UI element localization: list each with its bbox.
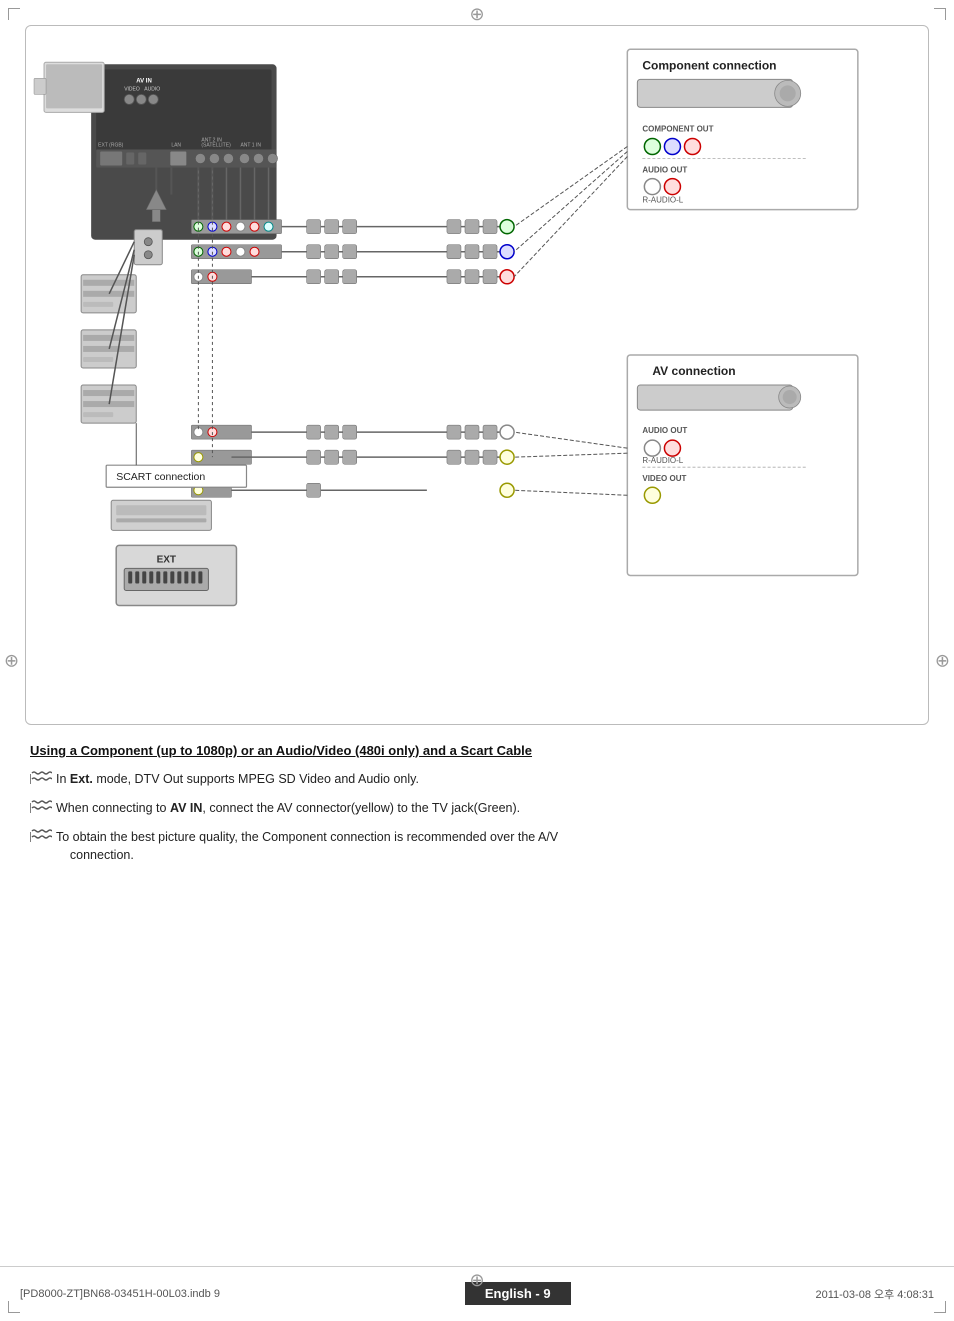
notes-section: Using a Component (up to 1080p) or an Au… [25, 743, 929, 865]
crosshair-left-icon: ⊕ [4, 650, 19, 671]
svg-text:AUDIO OUT: AUDIO OUT [642, 426, 687, 435]
note-icon-3 [30, 829, 52, 845]
svg-text:LAN: LAN [171, 142, 181, 148]
svg-text:(SATELLITE): (SATELLITE) [201, 142, 231, 148]
note-bold-avin: AV IN [170, 801, 202, 815]
note-item-2: When connecting to AV IN, connect the AV… [30, 799, 924, 818]
page-number: English - 9 [485, 1286, 551, 1301]
svg-text:ANT 1 IN: ANT 1 IN [240, 142, 261, 148]
note-icon-1 [30, 771, 52, 787]
diagram-box: AV IN VIDEO AUDIO EXT (RGB) LAN ANT 2 IN… [25, 25, 929, 725]
svg-text:VIDEO OUT: VIDEO OUT [642, 474, 686, 483]
note-text-2: When connecting to AV IN, connect the AV… [56, 799, 924, 818]
note-bold-ext: Ext. [70, 772, 93, 786]
svg-text:AUDIO: AUDIO [144, 86, 160, 92]
svg-text:R-AUDIO-L: R-AUDIO-L [642, 196, 683, 205]
note-item-1: In Ext. mode, DTV Out supports MPEG SD V… [30, 770, 924, 789]
footer-right: 2011-03-08 오후 4:08:31 [815, 1286, 934, 1302]
svg-text:SCART connection: SCART connection [116, 471, 205, 483]
crosshair-bottom-icon: ⊕ [469, 1270, 484, 1291]
svg-text:AV connection: AV connection [652, 364, 735, 378]
note-text-1: In Ext. mode, DTV Out supports MPEG SD V… [56, 770, 924, 789]
svg-text:COMPONENT OUT: COMPONENT OUT [642, 124, 713, 133]
corner-mark-tl [8, 8, 20, 20]
svg-text:Component connection: Component connection [642, 58, 776, 72]
corner-mark-tr [934, 8, 946, 20]
svg-text:AV IN: AV IN [136, 78, 152, 84]
crosshair-right-icon: ⊕ [935, 650, 950, 671]
svg-text:EXT: EXT [157, 554, 177, 565]
svg-text:VIDEO: VIDEO [124, 86, 140, 92]
note-icon-2 [30, 800, 52, 816]
svg-text:AUDIO OUT: AUDIO OUT [642, 166, 687, 175]
page-content: AV IN VIDEO AUDIO EXT (RGB) LAN ANT 2 IN… [25, 25, 929, 1261]
diagram-svg: AV IN VIDEO AUDIO EXT (RGB) LAN ANT 2 IN… [26, 26, 928, 724]
svg-text:EXT (RGB): EXT (RGB) [98, 142, 124, 148]
note-item-3: To obtain the best picture quality, the … [30, 828, 924, 866]
svg-text:R-AUDIO-L: R-AUDIO-L [642, 456, 683, 465]
footer-left: [PD8000-ZT]BN68-03451H-00L03.indb 9 [20, 1288, 220, 1300]
crosshair-top-icon: ⊕ [469, 4, 484, 25]
section-title: Using a Component (up to 1080p) or an Au… [30, 743, 924, 758]
note-text-3: To obtain the best picture quality, the … [56, 828, 924, 866]
